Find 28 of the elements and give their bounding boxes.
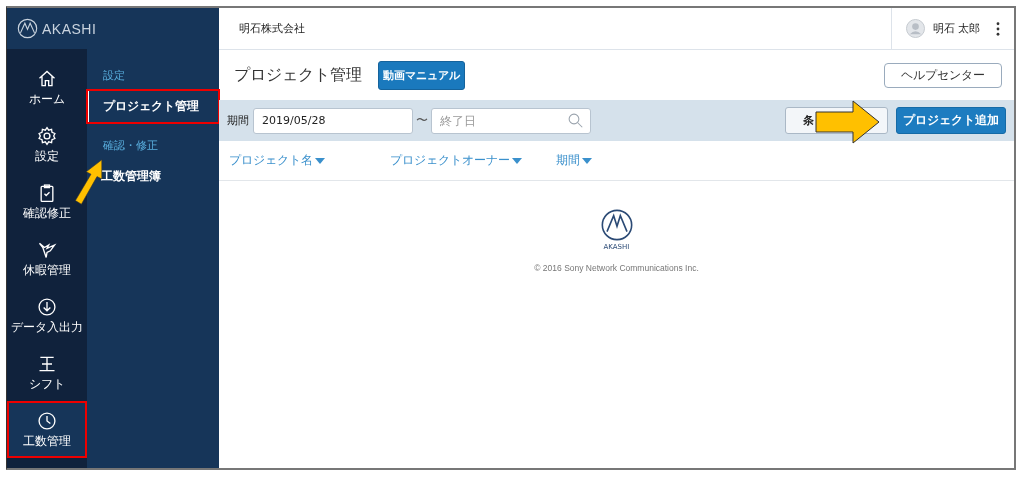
video-manual-button[interactable]: 動画マニュアル — [378, 60, 465, 90]
avatar-icon — [905, 19, 925, 38]
settings-icon — [37, 125, 57, 146]
akashi-logo-icon — [17, 18, 38, 39]
submenu-item[interactable]: 工数管理簿 — [87, 160, 219, 193]
more-icon[interactable] — [996, 21, 1000, 36]
end-date-field[interactable]: 終了日 — [431, 107, 591, 134]
page-title: プロジェクト管理 — [234, 64, 362, 86]
section-heading: 設定 — [102, 68, 126, 84]
user-name[interactable]: 明石 太郎 — [932, 21, 980, 36]
section-heading: 確認・修正 — [102, 138, 159, 154]
sort-header[interactable]: 期間 — [556, 152, 616, 169]
nav-item[interactable]: 工数管理 — [7, 401, 87, 458]
range-separator: 〜 — [416, 112, 428, 129]
period-label: 期間 — [227, 113, 249, 128]
download-icon — [37, 296, 57, 317]
sort-header[interactable]: プロジェクトオーナー — [390, 152, 556, 169]
akashi-logo-icon — [600, 209, 633, 241]
copyright-text: © 2016 Sony Network Communications Inc. — [534, 263, 699, 273]
home-icon — [37, 68, 57, 89]
company-name: 明石株式会社 — [238, 21, 306, 36]
clock-icon — [37, 410, 57, 431]
submenu-item[interactable]: プロジェクト管理 — [87, 90, 219, 123]
help-center-button[interactable]: ヘルプセンター — [884, 62, 1002, 88]
sort-header[interactable]: プロジェクト名 — [229, 152, 390, 169]
brand-name: AKASHI — [42, 20, 97, 37]
start-date-field[interactable]: 2019/05/28 — [253, 107, 413, 134]
add-project-button[interactable]: プロジェクト追加 — [896, 107, 1006, 134]
